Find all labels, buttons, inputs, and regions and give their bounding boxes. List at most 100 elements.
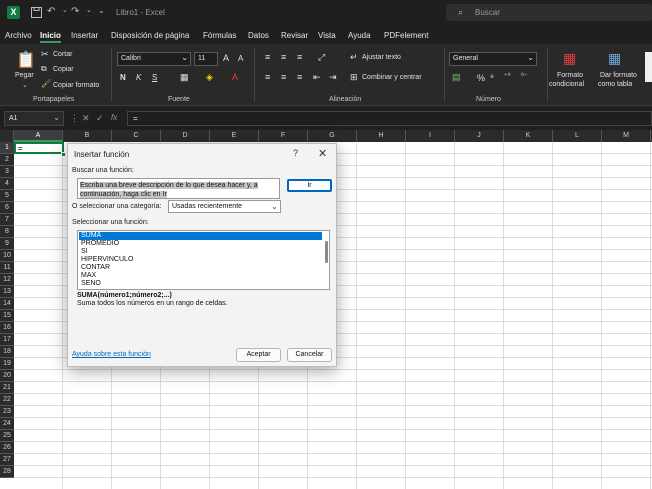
column-header-k[interactable]: K: [504, 130, 553, 142]
orientation-icon[interactable]: ⤢: [318, 52, 325, 63]
row-header[interactable]: 19: [0, 358, 14, 370]
row-header[interactable]: 24: [0, 418, 14, 430]
row-header[interactable]: 6: [0, 202, 14, 214]
accounting-format-icon[interactable]: ▤: [452, 72, 461, 83]
row-header[interactable]: 3: [0, 166, 14, 178]
format-painter-button[interactable]: Copiar formato: [53, 82, 99, 89]
close-button[interactable]: ✕: [318, 147, 327, 160]
align-right-icon[interactable]: ≡: [297, 72, 302, 82]
row-header[interactable]: 28: [0, 466, 14, 478]
confirm-entry-icon[interactable]: ✓: [96, 113, 104, 124]
undo-icon[interactable]: ↶: [47, 6, 60, 19]
merge-center-button[interactable]: Combinar y centrar: [362, 74, 422, 81]
row-header[interactable]: 26: [0, 442, 14, 454]
formula-input[interactable]: =: [127, 111, 652, 126]
column-header-b[interactable]: B: [63, 130, 112, 142]
column-header-h[interactable]: H: [357, 130, 406, 142]
row-header[interactable]: 4: [0, 178, 14, 190]
column-header-c[interactable]: C: [112, 130, 161, 142]
underline-button[interactable]: S: [152, 73, 157, 82]
scrollbar-thumb[interactable]: [325, 241, 328, 263]
percent-button[interactable]: %: [477, 73, 485, 83]
tab-revisar[interactable]: Revisar: [281, 31, 308, 40]
decrease-decimal-icon[interactable]: ⁰⁻: [521, 72, 528, 80]
borders-icon[interactable]: ▦: [180, 72, 189, 83]
row-header[interactable]: 10: [0, 250, 14, 262]
align-middle-icon[interactable]: ≡: [281, 52, 286, 62]
row-header[interactable]: 2: [0, 154, 14, 166]
row-header[interactable]: 11: [0, 262, 14, 274]
copy-button[interactable]: Copiar: [53, 66, 74, 73]
row-header[interactable]: 8: [0, 226, 14, 238]
format-as-table-label-2[interactable]: como tabla: [598, 81, 632, 88]
tab-archivo[interactable]: Archivo: [5, 31, 32, 40]
column-header-a[interactable]: A: [14, 130, 63, 142]
column-header-e[interactable]: E: [210, 130, 259, 142]
go-button[interactable]: Ir: [287, 179, 332, 192]
comma-style-icon[interactable]: ⁹: [490, 72, 494, 82]
row-header[interactable]: 21: [0, 382, 14, 394]
copy-icon[interactable]: ⧉: [41, 64, 47, 74]
font-size-select[interactable]: 11: [194, 52, 218, 66]
row-header[interactable]: 20: [0, 370, 14, 382]
search-box[interactable]: ⌕ Buscar: [446, 4, 652, 21]
column-header-j[interactable]: J: [455, 130, 504, 142]
decrease-indent-icon[interactable]: ⇤: [313, 72, 321, 83]
column-header-l[interactable]: L: [553, 130, 602, 142]
row-header[interactable]: 7: [0, 214, 14, 226]
cell-styles-preview[interactable]: [645, 52, 652, 82]
format-painter-icon[interactable]: 🖌: [41, 79, 51, 88]
insert-function-button[interactable]: fx: [111, 113, 117, 122]
tab-ayuda[interactable]: Ayuda: [348, 31, 371, 40]
grow-font-button[interactable]: A: [223, 53, 229, 63]
column-header-m[interactable]: M: [602, 130, 651, 142]
function-list[interactable]: SUMA PROMEDIO SI HIPERVINCULO CONTAR MAX…: [77, 230, 330, 290]
fill-handle[interactable]: [61, 152, 66, 157]
customize-toolbar-icon[interactable]: ⌄: [98, 6, 111, 19]
column-header-f[interactable]: F: [259, 130, 308, 142]
bold-button[interactable]: N: [120, 73, 126, 82]
conditional-format-label-2[interactable]: condicional: [549, 81, 584, 88]
row-header[interactable]: 23: [0, 406, 14, 418]
row-header[interactable]: 18: [0, 346, 14, 358]
cancel-button[interactable]: Cancelar: [287, 348, 332, 362]
row-header[interactable]: 27: [0, 454, 14, 466]
help-button[interactable]: ?: [293, 148, 298, 158]
select-all-corner[interactable]: [0, 130, 14, 142]
shrink-font-button[interactable]: A: [238, 54, 243, 63]
increase-indent-icon[interactable]: ⇥: [329, 72, 337, 83]
number-format-select[interactable]: General ⌄: [449, 52, 537, 66]
row-header[interactable]: 13: [0, 286, 14, 298]
category-select[interactable]: Usadas recientemente ⌄: [168, 200, 281, 213]
align-center-icon[interactable]: ≡: [281, 72, 286, 82]
conditional-format-icon[interactable]: ▦: [563, 50, 576, 67]
row-header[interactable]: 1: [0, 142, 14, 154]
tab-disposicion[interactable]: Disposición de página: [111, 31, 189, 40]
row-header[interactable]: 15: [0, 310, 14, 322]
list-item[interactable]: SENO: [79, 280, 322, 288]
fill-color-icon[interactable]: ◈: [206, 72, 213, 83]
active-cell-a1[interactable]: =: [14, 142, 64, 154]
row-header[interactable]: 9: [0, 238, 14, 250]
wrap-text-icon[interactable]: ↵: [350, 52, 358, 63]
format-as-table-label-1[interactable]: Dar formato: [600, 72, 637, 79]
align-left-icon[interactable]: ≡: [265, 72, 270, 82]
row-header[interactable]: 25: [0, 430, 14, 442]
font-color-icon[interactable]: A: [232, 72, 238, 82]
wrap-text-button[interactable]: Ajustar texto: [362, 54, 401, 61]
tab-insertar[interactable]: Insertar: [71, 31, 98, 40]
paste-icon[interactable]: 📋: [16, 50, 36, 70]
row-header[interactable]: 14: [0, 298, 14, 310]
row-header[interactable]: 16: [0, 322, 14, 334]
tab-pdfelement[interactable]: PDFelement: [384, 31, 428, 40]
redo-icon[interactable]: ↷: [71, 6, 84, 19]
tab-vista[interactable]: Vista: [318, 31, 336, 40]
column-header-d[interactable]: D: [161, 130, 210, 142]
tab-inicio[interactable]: Inicio: [40, 31, 61, 40]
accept-button[interactable]: Aceptar: [236, 348, 281, 362]
search-function-input[interactable]: Escriba una breve descripción de lo que …: [77, 178, 280, 199]
row-header[interactable]: 12: [0, 274, 14, 286]
column-header-g[interactable]: G: [308, 130, 357, 142]
conditional-format-label-1[interactable]: Formato: [557, 72, 583, 79]
list-item[interactable]: SI: [79, 248, 322, 256]
